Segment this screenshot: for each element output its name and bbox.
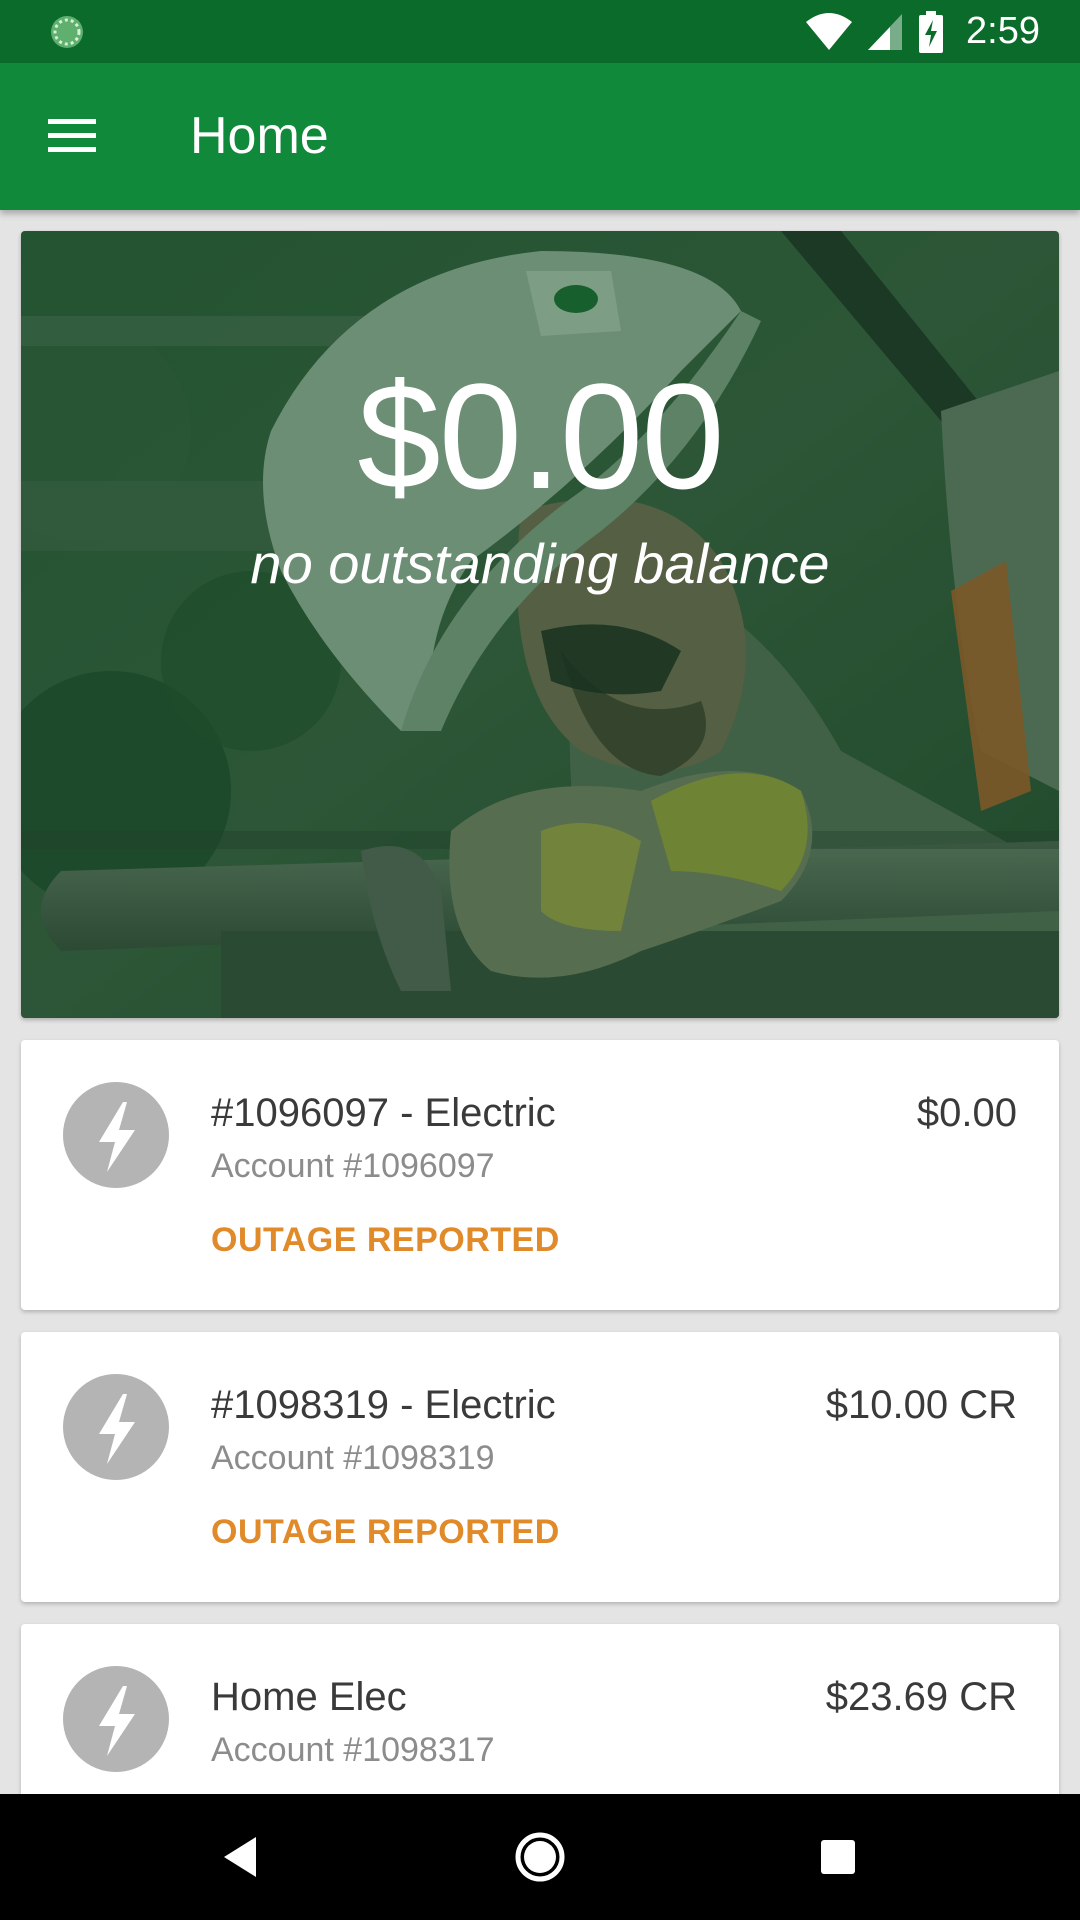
cellular-signal-icon: [868, 13, 903, 50]
recents-icon[interactable]: [808, 1827, 868, 1887]
status-time: 2:59: [966, 10, 1040, 52]
home-screen: 2:59 Home $0.00 no outstanding balance #…: [0, 0, 1080, 1920]
account-number: Account #1096097: [211, 1147, 495, 1185]
outage-status: OUTAGE REPORTED: [211, 1513, 560, 1551]
system-navigation-bar: [0, 1794, 1080, 1920]
back-icon[interactable]: [210, 1827, 270, 1887]
account-balance: $0.00: [916, 1091, 1017, 1135]
home-icon[interactable]: [510, 1827, 570, 1887]
balance-caption: no outstanding balance: [250, 532, 830, 595]
account-card[interactable]: #1098319 - Electric Account #1098319 $10…: [21, 1332, 1059, 1602]
wifi-icon: [806, 12, 853, 50]
lightning-bolt-icon: [63, 1666, 169, 1772]
lightning-bolt-icon: [63, 1082, 169, 1188]
battery-charging-icon: [919, 10, 944, 53]
account-number: Account #1098317: [211, 1731, 495, 1769]
status-bar: 2:59: [0, 0, 1080, 63]
account-balance: $23.69 CR: [825, 1675, 1017, 1719]
lightning-bolt-icon: [63, 1374, 169, 1480]
hamburger-menu-icon[interactable]: [44, 111, 100, 161]
account-card[interactable]: #1096097 - Electric Account #1096097 $0.…: [21, 1040, 1059, 1310]
total-balance-amount: $0.00: [357, 352, 724, 520]
balance-hero-card: $0.00 no outstanding balance: [21, 231, 1059, 1018]
outage-status: OUTAGE REPORTED: [211, 1221, 560, 1259]
account-balance: $10.00 CR: [825, 1383, 1017, 1427]
sync-icon: [51, 16, 83, 48]
page-title: Home: [190, 107, 329, 165]
account-number: Account #1098319: [211, 1439, 495, 1477]
account-name: Home Elec: [211, 1675, 407, 1719]
app-bar: Home: [0, 63, 1080, 210]
account-name: #1096097 - Electric: [211, 1091, 556, 1135]
account-name: #1098319 - Electric: [211, 1383, 556, 1427]
lineworker-photo: [21, 231, 1059, 1018]
